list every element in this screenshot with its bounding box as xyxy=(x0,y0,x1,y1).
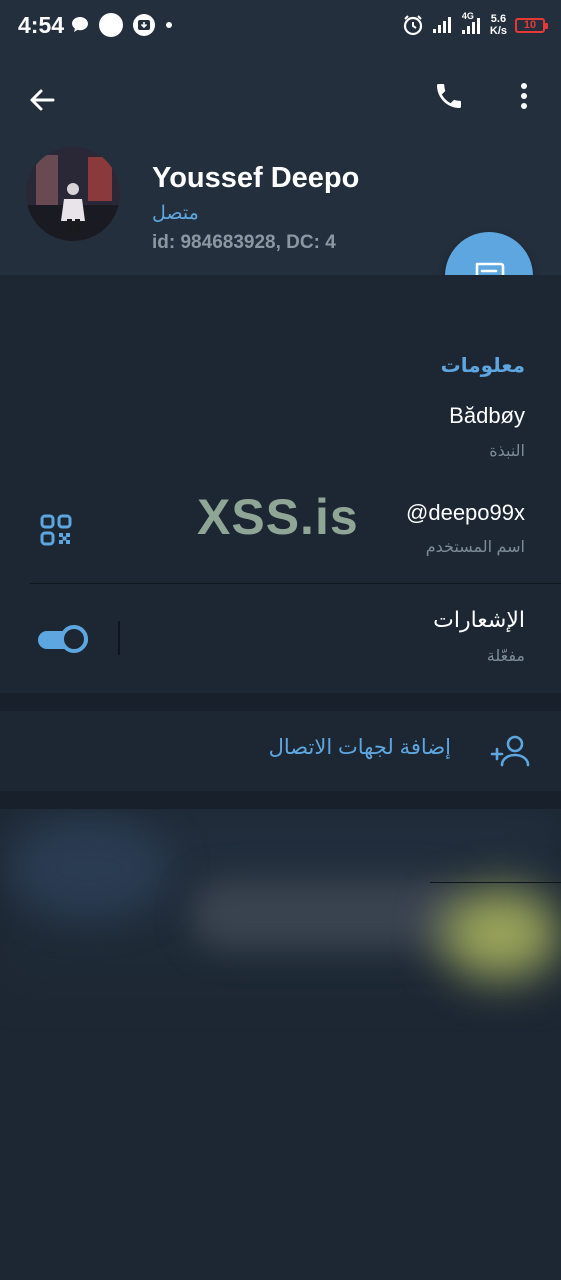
battery-icon: 10 xyxy=(515,17,548,33)
status-system-icons: 4G 5.6 K/s 10 xyxy=(402,11,548,38)
watermark: XSS.is xyxy=(197,489,359,545)
info-section: معلومات Bădbøy النبذة XSS.is @deepo99x ا… xyxy=(0,275,561,693)
net-speed: 5.6 K/s xyxy=(490,13,507,37)
bio-value[interactable]: Bădbøy xyxy=(449,403,525,429)
more-options-button[interactable] xyxy=(502,74,546,118)
divider xyxy=(430,882,561,883)
status-notification-icons xyxy=(70,13,174,37)
download-notification-icon xyxy=(133,14,155,36)
arrow-left-icon xyxy=(30,89,55,111)
dot-icon xyxy=(166,22,172,28)
add-contact-icon-wrap xyxy=(488,729,532,773)
section-gap xyxy=(0,693,561,711)
add-user-icon xyxy=(490,735,530,767)
chat-notification-icon xyxy=(72,17,88,32)
qr-code-button[interactable] xyxy=(36,510,76,550)
divider xyxy=(30,583,561,584)
notifications-toggle[interactable] xyxy=(36,625,90,653)
toggle-knob xyxy=(60,625,88,653)
blurred-content xyxy=(0,809,561,1009)
net-speed-unit: K/s xyxy=(489,25,507,37)
notifications-label[interactable]: الإشعارات xyxy=(433,607,525,633)
vertical-divider xyxy=(118,621,120,655)
phone-icon xyxy=(437,84,461,108)
more-vertical-icon xyxy=(521,83,527,109)
status-time: 4:54 xyxy=(18,12,65,38)
status-bar: 4:54 4G 5.6 K/s 10 xyxy=(0,0,561,52)
signal-icon xyxy=(432,17,451,33)
qr-code-icon xyxy=(40,514,72,546)
blur-blob xyxy=(440,889,560,979)
section-gap xyxy=(0,791,561,809)
username-caption: اسم المستخدم xyxy=(425,539,525,556)
blur-blob xyxy=(10,819,170,919)
notifications-state: مفعّلة xyxy=(486,648,525,665)
avatar-photo xyxy=(26,147,120,241)
call-button[interactable] xyxy=(427,74,471,118)
blur-blob xyxy=(190,879,470,949)
profile-name: Youssef Deepo xyxy=(152,162,360,194)
username-value[interactable]: @deepo99x xyxy=(406,500,525,526)
info-section-title: معلومات xyxy=(440,355,525,377)
shared-media-section xyxy=(0,809,561,1280)
battery-level: 10 xyxy=(523,18,537,31)
net-speed-value: 5.6 xyxy=(490,13,507,25)
avatar[interactable] xyxy=(26,147,120,241)
bio-caption: النبذة xyxy=(489,443,525,460)
add-contact-row[interactable]: إضافة لجهات الاتصال xyxy=(0,711,561,791)
back-button[interactable] xyxy=(20,78,64,122)
online-status: متصل xyxy=(152,203,199,224)
signal-4g-icon: 4G xyxy=(460,11,482,36)
user-id: id: 984683928, DC: 4 xyxy=(152,232,336,253)
circle-notification-icon xyxy=(99,13,123,37)
alarm-icon xyxy=(403,15,422,36)
add-contact-label: إضافة لجهات الاتصال xyxy=(268,736,451,759)
